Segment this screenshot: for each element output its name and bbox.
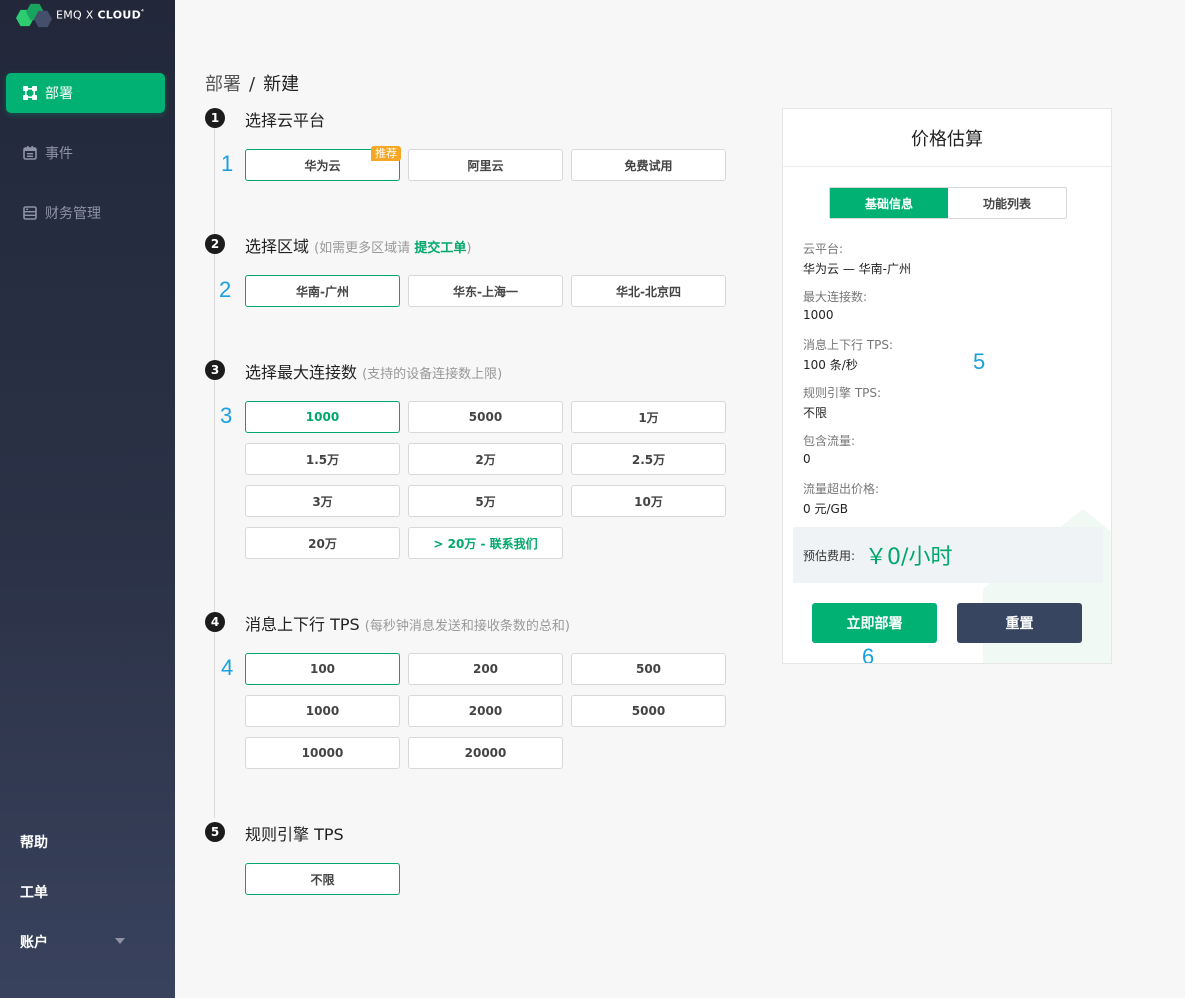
info-included-traffic: 包含流量: 0 bbox=[803, 434, 856, 466]
logo[interactable]: EMQ X CLOUD⁴ bbox=[16, 2, 144, 28]
region-option-shanghai[interactable]: 华东-上海一 bbox=[408, 275, 563, 307]
rule-engine-option-unlimited[interactable]: 不限 bbox=[245, 863, 400, 895]
annotation-marker-2: 2 bbox=[219, 277, 232, 302]
step-2-title: 选择区域 (如需更多区域请 提交工单) bbox=[245, 237, 472, 256]
price-estimate-panel: 价格估算 基础信息 功能列表 云平台: 华为云 — 华南-广州 最大连接数: 100… bbox=[782, 108, 1112, 664]
connections-option[interactable]: 20万 bbox=[245, 527, 400, 559]
info-overage-price: 流量超出价格: 0 元/GB bbox=[803, 482, 880, 516]
info-message-tps: 消息上下行 TPS: 100 条/秒 bbox=[803, 338, 894, 372]
step-3-number: 3 bbox=[205, 360, 225, 380]
step-1-number: 1 bbox=[205, 108, 225, 128]
step-4-hint: (每秒钟消息发送和接收条数的总和) bbox=[364, 619, 570, 634]
estimated-cost-label: 预估费用: bbox=[803, 548, 856, 563]
connections-option[interactable]: 10万 bbox=[571, 485, 726, 517]
finance-icon bbox=[22, 206, 37, 221]
info-cloud-platform: 云平台: 华为云 — 华南-广州 bbox=[803, 242, 911, 276]
logo-text: EMQ X CLOUD⁴ bbox=[56, 8, 145, 22]
cloud-option-aliyun[interactable]: 阿里云 bbox=[408, 149, 563, 181]
connections-option[interactable]: 3万 bbox=[245, 485, 400, 517]
reset-button[interactable]: 重置 bbox=[957, 603, 1082, 643]
annotation-marker-4: 4 bbox=[221, 655, 234, 680]
sidebar-item-events[interactable]: 事件 bbox=[6, 133, 165, 173]
tps-option[interactable]: 500 bbox=[571, 653, 726, 685]
tps-option[interactable]: 20000 bbox=[408, 737, 563, 769]
connections-option[interactable]: 5000 bbox=[408, 401, 563, 433]
tab-basic-info[interactable]: 基础信息 bbox=[830, 188, 948, 218]
step-2-hint: (如需更多区域请 提交工单) bbox=[314, 241, 472, 256]
sidebar-item-finance[interactable]: 财务管理 bbox=[6, 193, 165, 233]
contact-us-option[interactable]: > 20万 - 联系我们 bbox=[408, 527, 563, 559]
deploy-icon bbox=[22, 86, 37, 101]
step-5-title: 规则引擎 TPS bbox=[245, 825, 344, 844]
step-4-number: 4 bbox=[205, 612, 225, 632]
connections-option[interactable]: 5万 bbox=[408, 485, 563, 517]
step-3-hint: (支持的设备连接数上限) bbox=[362, 367, 503, 382]
panel-title: 价格估算 bbox=[783, 109, 1111, 167]
sidebar-item-label: 事件 bbox=[45, 146, 73, 162]
region-option-beijing[interactable]: 华北-北京四 bbox=[571, 275, 726, 307]
annotation-marker-6: 6 bbox=[862, 644, 875, 664]
panel-tabs: 基础信息 功能列表 bbox=[829, 187, 1067, 219]
step-1-title: 选择云平台 bbox=[245, 111, 326, 130]
tab-feature-list[interactable]: 功能列表 bbox=[948, 188, 1066, 218]
ticket-link[interactable]: 工单 bbox=[20, 882, 140, 902]
connections-option[interactable]: 1000 bbox=[245, 401, 400, 433]
step-5-number: 5 bbox=[205, 822, 225, 842]
steps-divider bbox=[214, 128, 215, 818]
annotation-marker-3: 3 bbox=[220, 403, 233, 428]
region-option-guangzhou[interactable]: 华南-广州 bbox=[245, 275, 400, 307]
connections-option[interactable]: 2.5万 bbox=[571, 443, 726, 475]
connections-option[interactable]: 1万 bbox=[571, 401, 726, 433]
tps-option[interactable]: 2000 bbox=[408, 695, 563, 727]
step-4-title: 消息上下行 TPS (每秒钟消息发送和接收条数的总和) bbox=[245, 615, 570, 634]
estimated-cost-value: ￥0/小时 bbox=[865, 545, 953, 570]
sidebar-item-deploy[interactable]: 部署 bbox=[6, 73, 165, 113]
breadcrumb-current: 新建 bbox=[263, 74, 300, 95]
cloud-option-free-trial[interactable]: 免费试用 bbox=[571, 149, 726, 181]
sidebar-item-label: 财务管理 bbox=[45, 206, 101, 222]
connections-option[interactable]: 2万 bbox=[408, 443, 563, 475]
sidebar: EMQ X CLOUD⁴ 部署 事件 财务管理 帮助 工单 账户 bbox=[0, 0, 175, 998]
annotation-marker-1: 1 bbox=[221, 151, 234, 176]
tps-option[interactable]: 5000 bbox=[571, 695, 726, 727]
step-2-number: 2 bbox=[205, 234, 225, 254]
cloud-option-huawei[interactable]: 华为云 推荐 bbox=[245, 146, 401, 181]
tps-option[interactable]: 10000 bbox=[245, 737, 400, 769]
estimated-cost: 预估费用: ￥0/小时 bbox=[793, 527, 1103, 583]
sidebar-item-label: 部署 bbox=[45, 86, 73, 102]
info-rule-engine-tps: 规则引擎 TPS: 不限 bbox=[803, 386, 882, 420]
tps-option[interactable]: 100 bbox=[245, 653, 400, 685]
submit-ticket-link[interactable]: 提交工单 bbox=[414, 241, 466, 256]
info-max-connections: 最大连接数: 1000 bbox=[803, 290, 868, 322]
recommended-badge: 推荐 bbox=[371, 146, 401, 161]
breadcrumb-parent[interactable]: 部署 bbox=[205, 74, 241, 95]
tps-option[interactable]: 200 bbox=[408, 653, 563, 685]
help-link[interactable]: 帮助 bbox=[20, 832, 140, 852]
logo-mark-icon bbox=[16, 3, 54, 28]
connections-option[interactable]: 1.5万 bbox=[245, 443, 400, 475]
annotation-marker-5: 5 bbox=[973, 349, 986, 374]
breadcrumb: 部署 / 新建 bbox=[205, 70, 299, 96]
chevron-down-icon[interactable] bbox=[115, 938, 125, 944]
calendar-icon bbox=[22, 146, 37, 161]
deploy-now-button[interactable]: 立即部署 bbox=[812, 603, 937, 643]
tps-option[interactable]: 1000 bbox=[245, 695, 400, 727]
step-3-title: 选择最大连接数 (支持的设备连接数上限) bbox=[245, 363, 503, 382]
breadcrumb-separator: / bbox=[249, 74, 256, 95]
